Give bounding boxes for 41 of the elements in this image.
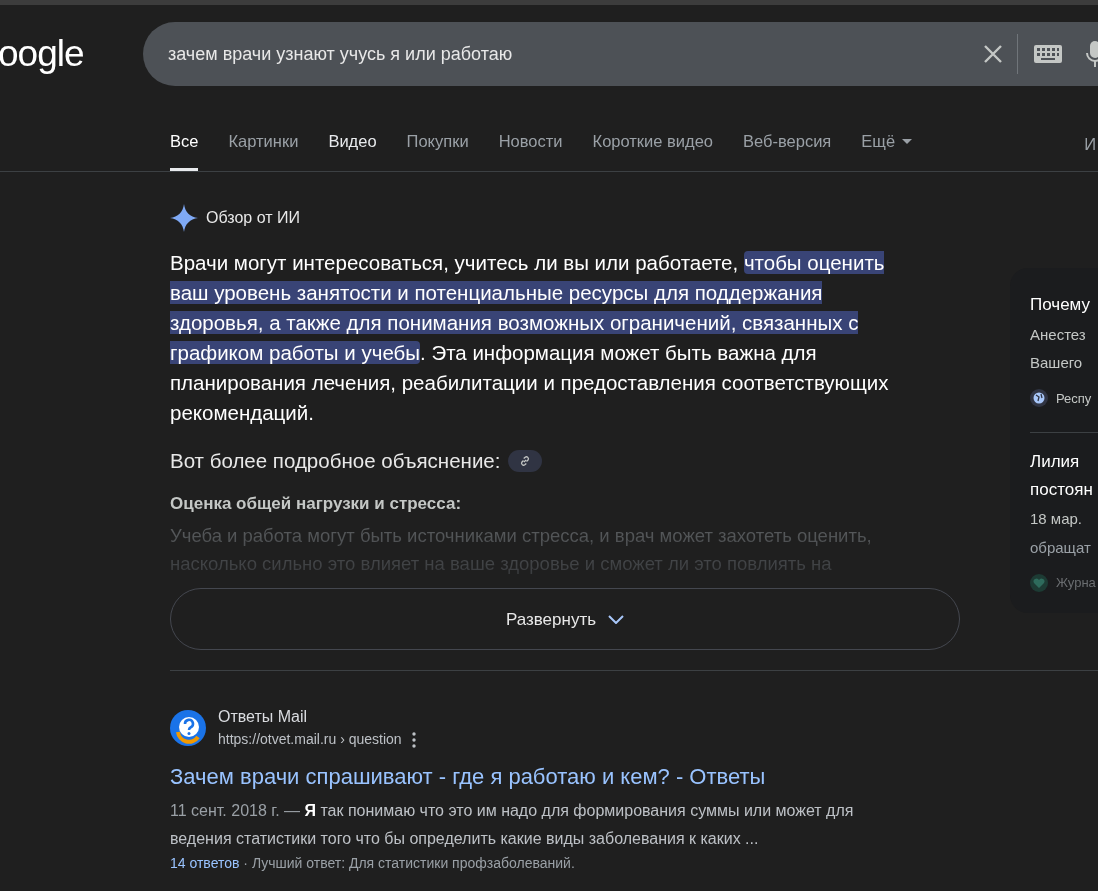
link-button[interactable] xyxy=(508,450,543,473)
search-tab[interactable]: Все xyxy=(170,129,199,171)
search-tab[interactable]: Веб-версия xyxy=(743,129,832,171)
tools-tab[interactable]: И xyxy=(1084,132,1096,157)
search-field[interactable]: зачем врачи узнают учусь я или работаю xyxy=(143,22,1098,86)
search-tab[interactable]: Короткие видео xyxy=(592,129,713,171)
sparkle-icon xyxy=(170,204,198,232)
source-site: Журна xyxy=(1056,574,1096,592)
intro-text: Вот более подробное объяснение: xyxy=(170,448,501,474)
source-title[interactable]: Лилия xyxy=(1030,449,1098,475)
overview-paragraph: Врачи могут интересоваться, учитесь ли вы или работаете, чтобы оценить ваш уровень занятости и потенциальные ресурсы для поддержания здоровья, а также для понимания возможных ограничений, связанных с графиком работы и учебы. Эта информация может быть важна для планирования лечения, реабилитации и предоставления соответствующих рекомендаций. xyxy=(170,250,890,426)
search-tab[interactable]: Покупки xyxy=(406,129,469,171)
best-answer-text: · Лучший ответ: Для статистики профзаболеваний. xyxy=(243,855,575,872)
answers-link[interactable]: 14 ответов xyxy=(170,855,240,872)
more-options-icon[interactable] xyxy=(411,731,416,748)
source-title[interactable]: Почему xyxy=(1030,292,1098,318)
search-tab[interactable]: Ещё xyxy=(861,129,913,171)
source-date: 18 мар. xyxy=(1030,509,1084,529)
globe-icon xyxy=(1030,389,1048,408)
search-tab[interactable]: Картинки xyxy=(228,129,299,171)
source-text: Вашего xyxy=(1030,353,1084,373)
result-title-link[interactable]: Зачем врачи спрашивают - где я работаю и кем? - Ответы xyxy=(170,760,766,794)
heart-logo-icon xyxy=(1030,573,1048,592)
close-icon[interactable] xyxy=(983,44,1003,64)
keyboard-icon[interactable] xyxy=(1034,45,1062,63)
result-snippet: 11 сент. 2018 г. — Я так понимаю что это им надо для формирования суммы или может для ведения статистики того что бы определить какие виды заболевания к каких ... xyxy=(170,801,855,850)
logo[interactable]: oogle xyxy=(0,26,143,82)
source-text: постоян xyxy=(1030,478,1094,501)
search-tab[interactable]: Новости xyxy=(498,129,563,171)
search-input[interactable]: зачем врачи узнают учусь я или работаю xyxy=(168,40,983,68)
source-text: Анестез xyxy=(1030,324,1087,345)
result-url: https://otvet.mail.ru › question xyxy=(218,730,402,750)
subheading: Оценка общей нагрузки и стресса: xyxy=(170,492,463,515)
question-mark-logo-icon xyxy=(170,709,206,746)
search-tab[interactable]: Видео xyxy=(328,129,377,171)
site-name: Ответы Mail xyxy=(218,707,309,728)
chevron-down-icon xyxy=(608,614,625,624)
source-site: Респу xyxy=(1056,389,1092,408)
section-title: Обзор от ИИ xyxy=(206,208,300,228)
link-icon xyxy=(519,455,532,468)
source-text: обращат xyxy=(1030,537,1092,558)
